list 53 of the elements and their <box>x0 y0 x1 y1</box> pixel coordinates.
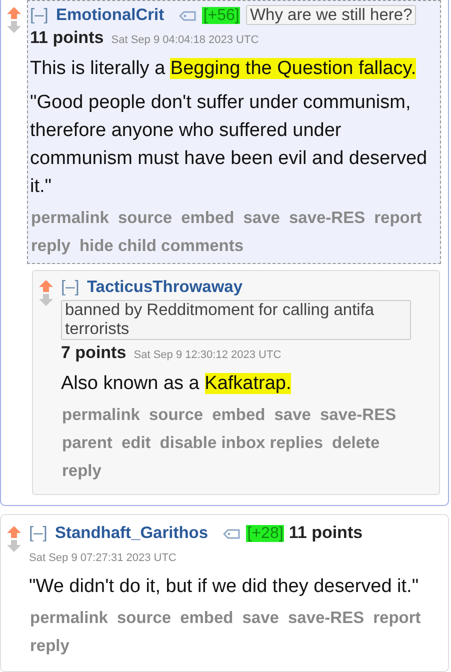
tag-icon[interactable] <box>178 10 197 21</box>
comment-action-link[interactable]: embed <box>212 404 266 426</box>
comment-action-link[interactable]: permalink <box>62 404 140 426</box>
downvote-arrow-icon[interactable] <box>7 540 21 552</box>
comment-text: Also known as a Kafkatrap. <box>61 372 292 396</box>
tag-icon[interactable] <box>222 528 241 539</box>
collapse-toggle[interactable]: [–] <box>61 278 80 296</box>
user-flair: banned by Redditmoment for calling antifa terrorists <box>61 300 411 340</box>
comment-action-link[interactable]: save <box>242 607 279 629</box>
comment-action-link[interactable]: reply <box>62 460 102 482</box>
karma-badge: [+28] <box>246 525 284 542</box>
username-link[interactable]: EmotionalCrit <box>56 6 164 24</box>
comment-action-link[interactable]: source <box>118 207 172 229</box>
username-link[interactable]: Standhaft_Garithos <box>54 524 208 542</box>
timestamp: Sat Sep 9 12:30:12 2023 UTC <box>134 349 282 361</box>
collapse-toggle[interactable]: [–] <box>30 6 48 24</box>
timestamp: Sat Sep 9 07:27:31 2023 UTC <box>29 552 176 564</box>
comment-action-link[interactable]: source <box>148 404 204 426</box>
upvote-arrow-icon[interactable] <box>7 526 21 538</box>
comment-text: "We didn't do it, but if we did they deserved it." <box>29 575 420 599</box>
points-count: 7 points <box>61 343 126 362</box>
comment-action-link[interactable]: source <box>116 607 172 629</box>
username-link[interactable]: TacticusThrowaway <box>86 278 243 296</box>
comment-action-link[interactable]: embed <box>180 607 234 629</box>
comment-action-link[interactable]: permalink <box>31 207 109 229</box>
comment-text: "Good people don't suffer under communism, therefore anyone who suffered under communism must have been evil and deserved it." <box>30 91 428 199</box>
comment-action-link[interactable]: reply <box>30 635 70 657</box>
user-flair: Why are we still here? <box>246 5 416 25</box>
collapse-toggle[interactable]: [–] <box>29 524 48 542</box>
upvote-arrow-icon[interactable] <box>7 7 21 19</box>
comment-text: This is literally a Begging the Question fallacy. <box>30 57 418 81</box>
comment-action-link[interactable]: save-RES <box>320 404 396 426</box>
upvote-arrow-icon[interactable] <box>39 280 53 292</box>
points-count: 11 points <box>30 28 104 47</box>
comment-action-link[interactable]: parent <box>62 432 112 454</box>
comment-action-link[interactable]: save-RES <box>288 607 364 629</box>
comment-action-link[interactable]: save <box>274 404 311 426</box>
comment-action-link[interactable]: permalink <box>30 607 108 629</box>
comment-action-link[interactable]: save-RES <box>288 207 366 229</box>
comment-action-link[interactable]: save <box>243 207 280 229</box>
karma-badge: [+56] <box>202 7 240 24</box>
comment-action-link[interactable]: disable inbox replies <box>160 432 324 454</box>
downvote-arrow-icon[interactable] <box>39 294 53 306</box>
downvote-arrow-icon[interactable] <box>7 21 21 33</box>
comment-action-link[interactable]: report <box>373 607 421 629</box>
timestamp: Sat Sep 9 04:04:18 2023 UTC <box>111 34 259 46</box>
comment-action-link[interactable]: report <box>374 207 422 229</box>
comment-action-link[interactable]: reply <box>31 235 70 257</box>
comment-action-link[interactable]: delete <box>332 432 380 454</box>
comment-action-link[interactable]: embed <box>181 207 234 229</box>
comment-action-link[interactable]: edit <box>121 432 151 454</box>
comment-action-link[interactable]: hide child comments <box>79 235 244 257</box>
points-count: 11 points <box>288 523 363 542</box>
